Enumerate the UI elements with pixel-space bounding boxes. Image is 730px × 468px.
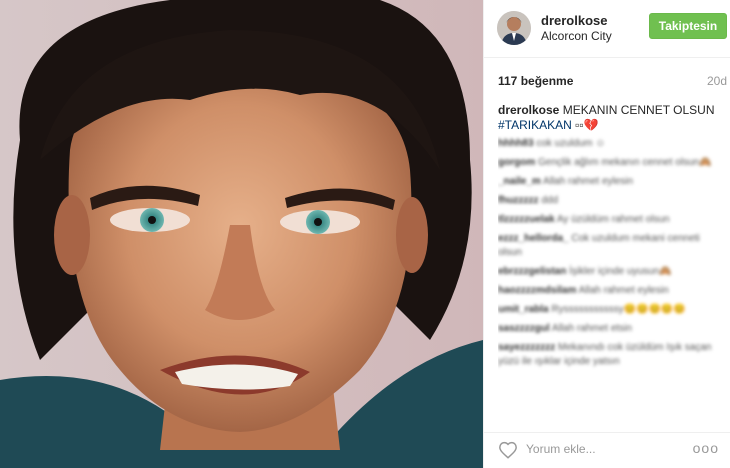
comment-username[interactable]: sayezzzzzzz	[498, 342, 555, 353]
post-time[interactable]: 20d	[707, 74, 727, 88]
avatar-image	[497, 11, 531, 45]
comment-item: umit_rabla Rysssssssssssy😊😊😊😊😊	[498, 303, 724, 317]
comment-item: gorgom Gençlik ağlım mekanın cennet olsu…	[498, 156, 724, 170]
comment-text: Rysssssssssssy😊😊😊😊😊	[551, 304, 686, 315]
comment-item: hhhh83 cok uzuldum ☺	[498, 137, 724, 151]
comment-text: ddd	[541, 195, 559, 206]
follow-button[interactable]: Takiptesin	[649, 13, 727, 39]
caption-text: MEKANIN CENNET OLSUN	[559, 103, 715, 117]
comment-item: _naile_m Allah rahmet eylesin	[498, 175, 724, 189]
comment-text: Allah rahmet etsin	[551, 323, 632, 334]
comment-input[interactable]: Yorum ekle...	[526, 442, 596, 456]
heart-outline-icon[interactable]	[498, 441, 518, 459]
comment-text: Allah rahmet eylesin	[543, 176, 634, 187]
comment-username[interactable]: tlzzzzzuelak	[498, 214, 555, 225]
post-caption: drerolkose MEKANIN CENNET OLSUN #TARIKAK…	[498, 103, 724, 133]
comment-username[interactable]: gorgom	[498, 157, 535, 168]
comment-item: saszzzzgul Allah rahmet etsin	[498, 322, 724, 336]
comment-username[interactable]: fhuzzzzz	[498, 195, 539, 206]
post-username[interactable]: drerolkose	[541, 13, 607, 28]
comment-username[interactable]: ezzz_hellorda_	[498, 233, 569, 244]
caption-hashtag[interactable]: #TARIKAKAN	[498, 118, 572, 132]
comment-text: Ay üzüldüm rahmet olsun	[556, 214, 670, 225]
comment-text: cok uzuldum ☺	[536, 138, 606, 149]
comment-username[interactable]: haozzzzmdsilam	[498, 285, 576, 296]
comment-username[interactable]: hhhh83	[498, 138, 534, 149]
comment-username[interactable]: ebrzzzgelistan	[498, 266, 566, 277]
comment-item: ebrzzzgelistan İşikler içinde uyusun🙈	[498, 265, 724, 279]
caption-username[interactable]: drerolkose	[498, 103, 559, 117]
post-header: drerolkose Alcorcon City Takiptesin	[484, 0, 730, 58]
comment-item: tlzzzzzuelak Ay üzüldüm rahmet olsun	[498, 213, 724, 227]
post-location[interactable]: Alcorcon City	[541, 29, 612, 43]
likes-count[interactable]: 117 beğenme	[498, 74, 573, 88]
comment-username[interactable]: umit_rabla	[498, 304, 549, 315]
comment-username[interactable]: saszzzzgul	[498, 323, 550, 334]
comment-text: İşikler içinde uyusun🙈	[569, 266, 672, 277]
comments-list[interactable]: drerolkose MEKANIN CENNET OLSUN #TARIKAK…	[498, 103, 724, 403]
comment-username[interactable]: _naile_m	[498, 176, 541, 187]
post-meta: 117 beğenme 20d	[498, 74, 727, 92]
comment-item: haozzzzmdsilam Allah rahmet eylesin	[498, 284, 724, 298]
comment-item: sayezzzzzzz Mekanındı cok üzüldüm Işık s…	[498, 341, 724, 369]
portrait-image	[0, 0, 483, 468]
more-options-icon[interactable]: ooo	[693, 440, 719, 456]
post-photo[interactable]	[0, 0, 483, 468]
post-sidebar: drerolkose Alcorcon City Takiptesin 117 …	[483, 0, 730, 468]
post-footer: Yorum ekle... ooo	[484, 432, 730, 468]
comment-text: Gençlik ağlım mekanın cennet olsun🙈	[538, 157, 712, 168]
avatar[interactable]	[497, 11, 531, 45]
caption-tail: ▫▫💔	[571, 118, 599, 132]
comment-item: ezzz_hellorda_ Cok uzuldum mekani cennet…	[498, 232, 724, 260]
comment-item: fhuzzzzz ddd	[498, 194, 724, 208]
comment-text: Allah rahmet eylesin	[578, 285, 669, 296]
